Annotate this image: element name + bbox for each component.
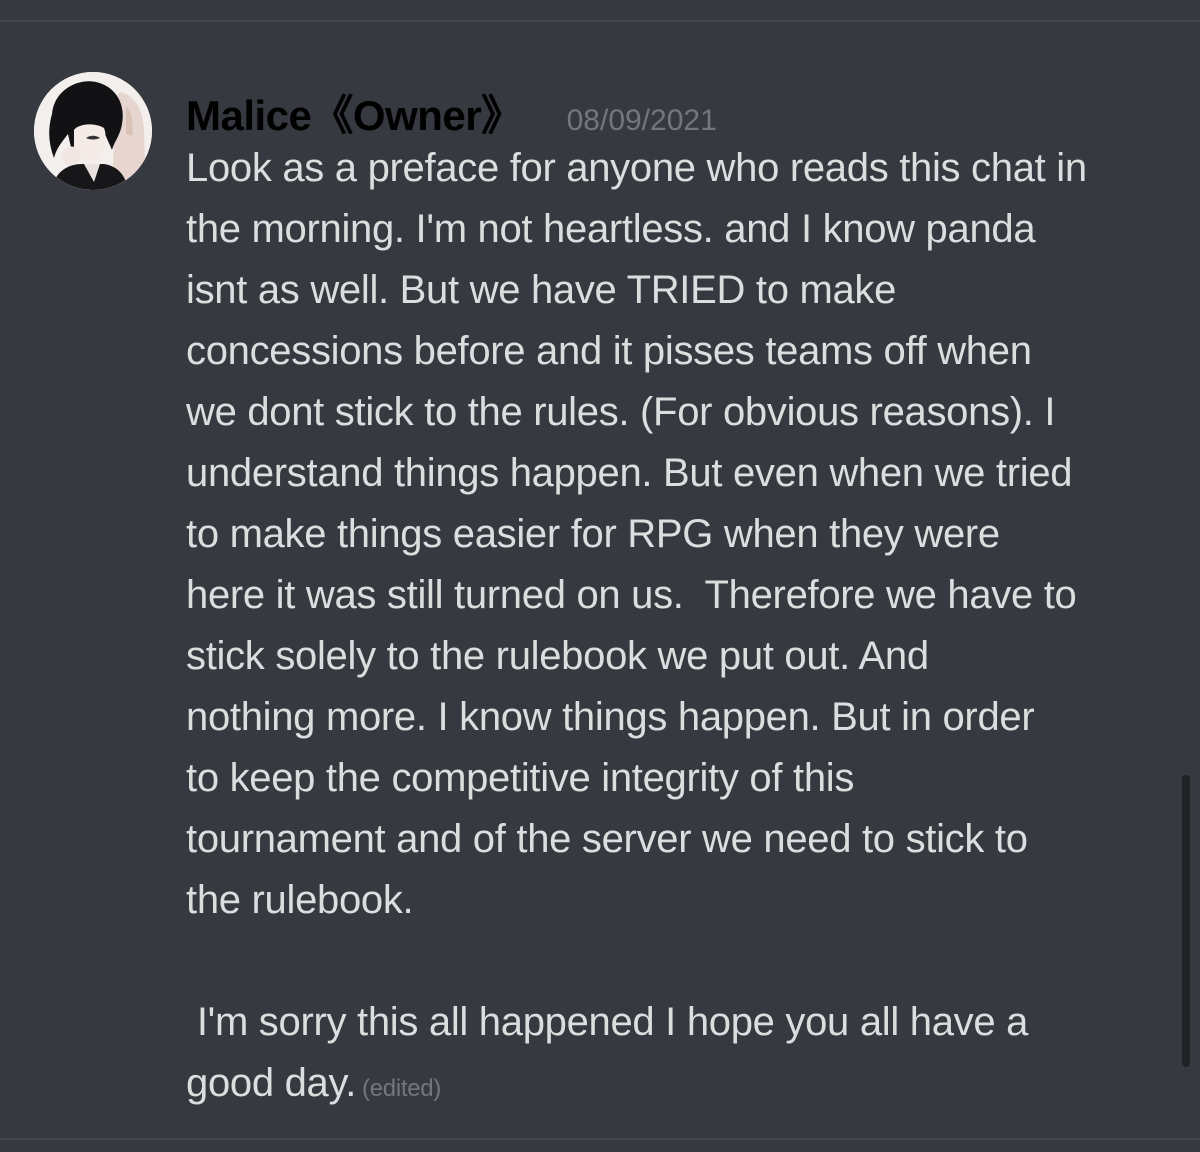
anime-avatar-icon — [34, 72, 152, 190]
bottom-divider — [0, 1138, 1200, 1140]
message-text: Look as a preface for anyone who reads t… — [186, 146, 1087, 1105]
scrollbar-thumb-icon[interactable] — [1182, 775, 1190, 1067]
author-name[interactable]: Malice《Owner》 — [186, 82, 523, 143]
message-timestamp: 08/09/2021 — [566, 104, 717, 137]
chat-message: Malice《Owner》 08/09/2021 Look as a prefa… — [0, 0, 1200, 1152]
edited-label: (edited) — [362, 1075, 442, 1102]
message-content: Look as a preface for anyone who reads t… — [186, 138, 1176, 1119]
chat-view: Malice《Owner》 08/09/2021 Look as a prefa… — [0, 0, 1200, 1152]
message-header: Malice《Owner》 08/09/2021 — [186, 82, 717, 139]
user-avatar[interactable] — [34, 72, 152, 190]
